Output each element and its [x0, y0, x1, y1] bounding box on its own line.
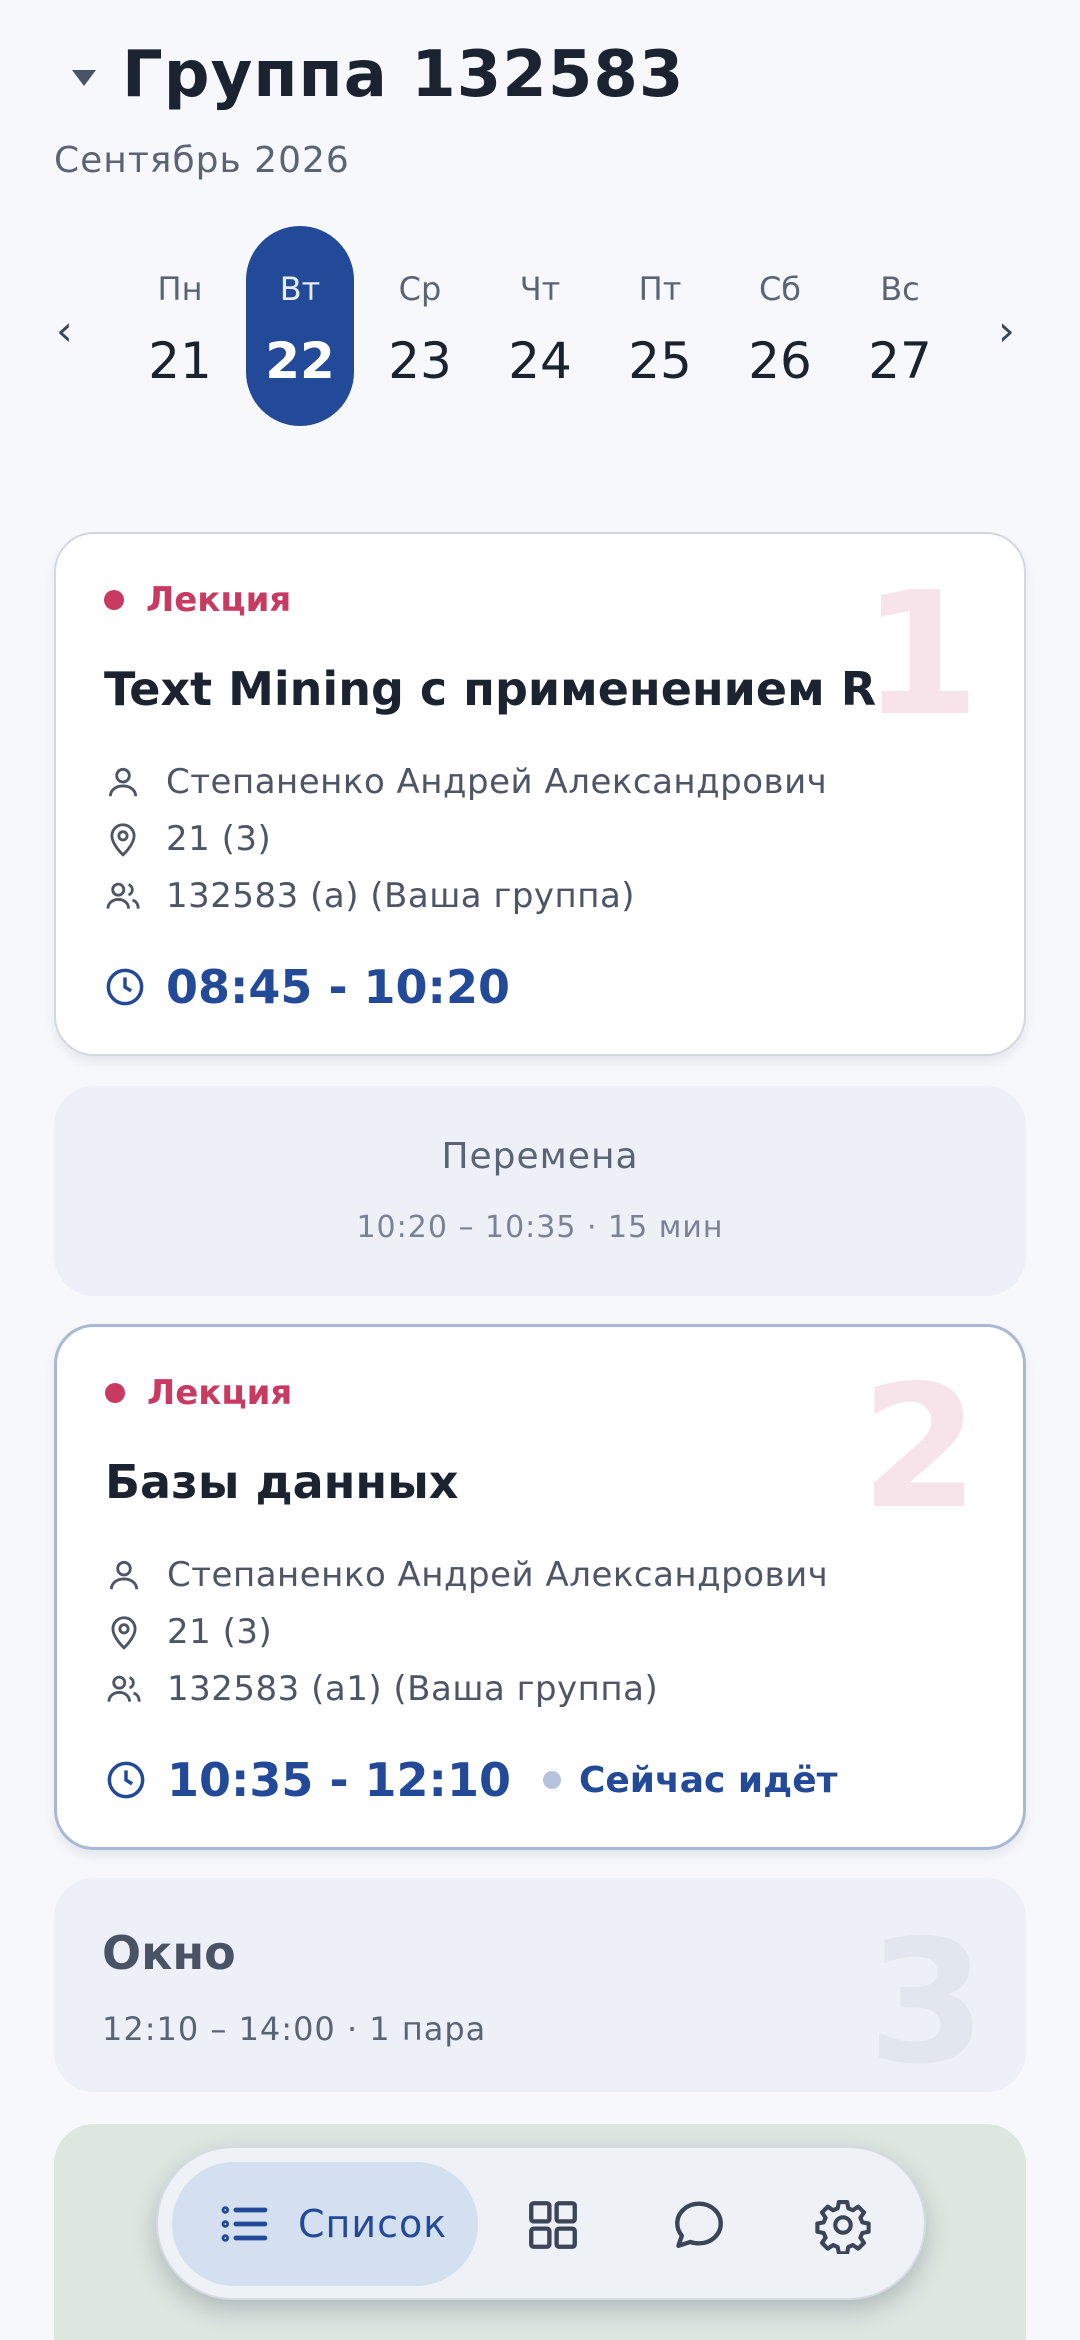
day-mon[interactable]: Пн 21: [126, 226, 234, 426]
nav-list-label: Список: [298, 2202, 448, 2246]
grid-icon: [529, 2201, 577, 2249]
day-name: Вт: [279, 270, 321, 308]
room-row: 21 (3): [104, 819, 271, 859]
day-wed[interactable]: Ср 23: [366, 226, 474, 426]
lecture-dot-icon: [105, 1383, 125, 1403]
day-date: 26: [748, 332, 812, 390]
day-thu[interactable]: Чт 24: [486, 226, 594, 426]
lesson-subject: Базы данных: [105, 1455, 459, 1509]
day-date: 25: [628, 332, 692, 390]
teacher-name: Степаненко Андрей Александрович: [166, 762, 828, 802]
location-pin-icon: [110, 823, 136, 857]
lesson-card-1[interactable]: 1 Лекция Text Mining с применением R Сте…: [54, 532, 1026, 1056]
break-subtitle: 10:20 – 10:35 · 15 мин: [356, 1210, 724, 1245]
people-icon: [107, 1675, 141, 1702]
status-badge: Сейчас идёт: [578, 1759, 838, 1801]
day-date: 21: [148, 332, 212, 390]
lesson-subject: Text Mining с применением R: [104, 662, 877, 716]
window-subtitle: 12:10 – 14:00 · 1 пара: [102, 2010, 487, 2048]
teacher-row: Степаненко Андрей Александрович: [104, 762, 827, 802]
week-strip: ‹ Пн 21 Вт 22 Ср 23 Чт 24 Пт 25 Сб 26 Вс…: [0, 226, 1080, 426]
group-row: 132583 (а) (Ваша группа): [104, 876, 635, 916]
day-name: Пт: [638, 270, 682, 308]
lesson-card-2[interactable]: 2 Лекция Базы данных Степаненко Андрей А…: [54, 1324, 1026, 1850]
chevron-left-icon[interactable]: ‹: [56, 306, 73, 355]
list-icon: [221, 2206, 268, 2242]
day-name: Ср: [398, 270, 442, 308]
group-selector[interactable]: Группа 132583: [54, 38, 684, 112]
person-icon: [109, 1560, 139, 1590]
time-row: 10:35 - 12:10 Сейчас идёт: [105, 1753, 838, 1807]
location-pin-icon: [111, 1616, 137, 1650]
chat-icon: [675, 2201, 723, 2248]
nav-list-button[interactable]: Список: [172, 2162, 478, 2286]
day-date: 27: [868, 332, 932, 390]
people-icon: [106, 882, 140, 909]
window-title: Окно: [102, 1926, 236, 1980]
break-title: Перемена: [441, 1136, 639, 1177]
lecture-dot-icon: [104, 590, 124, 610]
group-label: 132583 (а1) (Ваша группа): [167, 1669, 659, 1709]
caret-down-icon: [72, 70, 96, 86]
day-name: Вс: [880, 270, 920, 308]
lesson-type-label: Лекция: [147, 1373, 293, 1413]
day-tue[interactable]: Вт 22: [246, 226, 354, 426]
day-fri[interactable]: Пт 25: [606, 226, 714, 426]
day-sun[interactable]: Вс 27: [846, 226, 954, 426]
window-block: 3 Окно 12:10 – 14:00 · 1 пара: [54, 1878, 1026, 2092]
group-label: 132583 (а) (Ваша группа): [166, 876, 636, 916]
day-date: 22: [265, 332, 335, 390]
clock-icon: [107, 1761, 145, 1799]
chevron-right-icon[interactable]: ›: [998, 306, 1015, 355]
day-sat[interactable]: Сб 26: [726, 226, 834, 426]
lesson-type-label: Лекция: [146, 580, 292, 620]
nav-settings-button[interactable]: [808, 2190, 878, 2260]
lesson-number: 1: [861, 556, 980, 754]
lesson-time: 10:35 - 12:10: [167, 1753, 511, 1807]
lesson-type: Лекция: [104, 580, 291, 620]
schedule-screen: Группа 132583 Сентябрь 2026 ‹ Пн 21 Вт 2…: [0, 0, 1080, 2340]
lesson-type: Лекция: [105, 1373, 292, 1413]
teacher-row: Степаненко Андрей Александрович: [105, 1555, 828, 1595]
bottom-nav: Список: [156, 2146, 926, 2300]
break-block: Перемена 10:20 – 10:35 · 15 мин: [54, 1086, 1026, 1296]
day-name: Сб: [758, 270, 802, 308]
nav-chat-button[interactable]: [664, 2190, 734, 2260]
day-date: 24: [508, 332, 572, 390]
window-number: 3: [867, 1904, 986, 2092]
day-name: Чт: [519, 270, 561, 308]
status-dot-icon: [542, 1771, 561, 1789]
day-date: 23: [388, 332, 452, 390]
lesson-time: 08:45 - 10:20: [166, 960, 510, 1014]
nav-grid-button[interactable]: [518, 2190, 588, 2260]
room-label: 21 (3): [166, 819, 272, 859]
page-title: Группа 132583: [122, 38, 685, 112]
gear-icon: [815, 2199, 871, 2254]
lesson-number: 2: [860, 1349, 979, 1547]
clock-icon: [106, 968, 144, 1006]
room-row: 21 (3): [105, 1612, 272, 1652]
time-row: 08:45 - 10:20: [104, 960, 510, 1014]
month-label: Сентябрь 2026: [54, 140, 350, 181]
teacher-name: Степаненко Андрей Александрович: [167, 1555, 829, 1595]
group-row: 132583 (а1) (Ваша группа): [105, 1669, 658, 1709]
day-name: Пн: [157, 270, 203, 308]
room-label: 21 (3): [167, 1612, 273, 1652]
person-icon: [108, 767, 138, 797]
